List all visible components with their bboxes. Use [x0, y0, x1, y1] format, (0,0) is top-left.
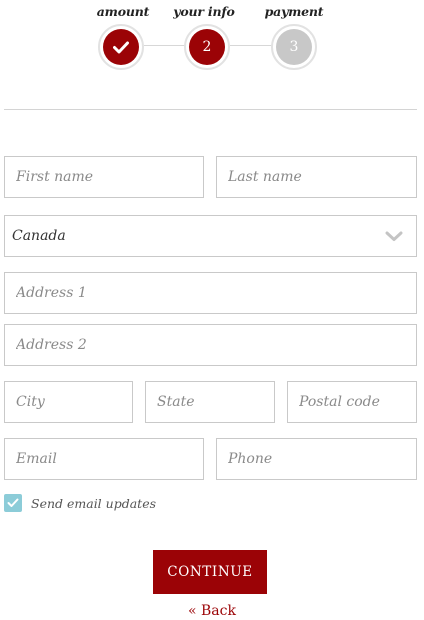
address2-field[interactable]: [4, 324, 417, 366]
city-field[interactable]: [4, 381, 133, 423]
phone-field[interactable]: [216, 438, 417, 480]
continue-button[interactable]: CONTINUE: [153, 550, 267, 594]
step-label-payment: payment: [264, 4, 324, 19]
step-label-your-info: your info: [173, 4, 235, 19]
postal-code-field[interactable]: [287, 381, 417, 423]
email-updates-label[interactable]: Send email updates: [31, 496, 156, 511]
step-connector: [230, 45, 272, 46]
step-amount-indicator: [103, 29, 139, 65]
step-amount[interactable]: [98, 24, 144, 70]
state-field[interactable]: [145, 381, 275, 423]
step-payment-number: 3: [276, 29, 312, 65]
chevron-down-icon: [385, 231, 403, 241]
check-icon: [113, 41, 129, 53]
checkmark-icon: [7, 498, 19, 507]
back-link[interactable]: « Back: [0, 603, 424, 619]
step-your-info-number: 2: [189, 29, 225, 65]
step-label-amount: amount: [96, 4, 150, 19]
email-updates-option: Send email updates: [4, 494, 156, 512]
country-select[interactable]: Canada: [4, 215, 417, 257]
country-select-value: Canada: [12, 228, 66, 244]
step-connector: [144, 45, 186, 46]
step-payment[interactable]: 3: [271, 24, 317, 70]
email-field[interactable]: [4, 438, 204, 480]
address1-field[interactable]: [4, 272, 417, 314]
last-name-field[interactable]: [216, 156, 417, 198]
step-your-info[interactable]: 2: [184, 24, 230, 70]
email-updates-checkbox[interactable]: [4, 494, 22, 512]
section-divider: [4, 109, 417, 110]
first-name-field[interactable]: [4, 156, 204, 198]
